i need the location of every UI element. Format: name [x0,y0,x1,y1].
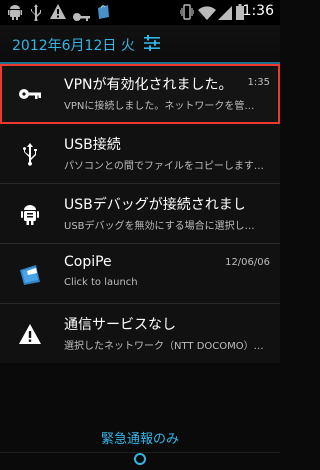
usb-icon [18,142,42,166]
key-icon [18,82,42,106]
notification-header: 2012年6月12日 火 [0,25,280,63]
warning-icon [18,322,42,346]
wifi-icon [198,5,216,24]
notification-text: 選択したネットワーク（NTT DOCOMO）… [64,341,264,352]
copipe-app-icon [18,262,42,286]
vibrate-icon [179,4,195,24]
usb-icon [30,4,42,25]
status-bar: 1:36 [0,0,280,25]
notification-no-service[interactable]: 通信サービスなし 選択したネットワーク（NTT DOCOMO）… [0,304,280,364]
notification-title: USBデバッグが接続されました [64,197,244,213]
notification-title: CopiPe [64,254,112,270]
notification-list: VPNが有効化されました。 1:35 VPNに接続しました。ネットワークを管… … [0,64,280,364]
notification-text: パソコンとの間でファイルをコピーします… [64,161,264,172]
notification-usb[interactable]: USB接続 パソコンとの間でファイルをコピーします… [0,124,280,184]
settings-icon[interactable] [144,35,160,55]
android-debug-icon [18,202,42,226]
alert-icon [50,4,66,23]
status-time: 1:36 [242,3,274,19]
key-icon [73,7,90,26]
notification-time: 1:35 [247,77,270,88]
notification-title: USB接続 [64,137,121,153]
signal-icon [218,5,232,24]
notification-vpn[interactable]: VPNが有効化されました。 1:35 VPNに接続しました。ネットワークを管… [0,64,280,124]
notification-text: USBデバッグを無効にする場合に選択し… [64,221,255,232]
panel-handle-icon[interactable] [133,451,147,470]
notification-title: VPNが有効化されました。 [64,77,233,93]
date-label: 2012年6月12日 火 [12,38,135,54]
notification-text: VPNに接続しました。ネットワークを管… [64,101,255,112]
notification-time: 12/06/06 [225,257,270,268]
notification-text: Click to launch [64,277,138,288]
notification-usb-debugging[interactable]: USBデバッグが接続されました USBデバッグを無効にする場合に選択し… [0,184,280,244]
notification-copipe[interactable]: CopiPe 12/06/06 Click to launch [0,244,280,304]
android-icon [8,4,22,24]
shopping-bag-icon [96,4,110,24]
notification-title: 通信サービスなし [64,317,176,333]
emergency-calls-only-label: 緊急通報のみ [100,432,179,447]
